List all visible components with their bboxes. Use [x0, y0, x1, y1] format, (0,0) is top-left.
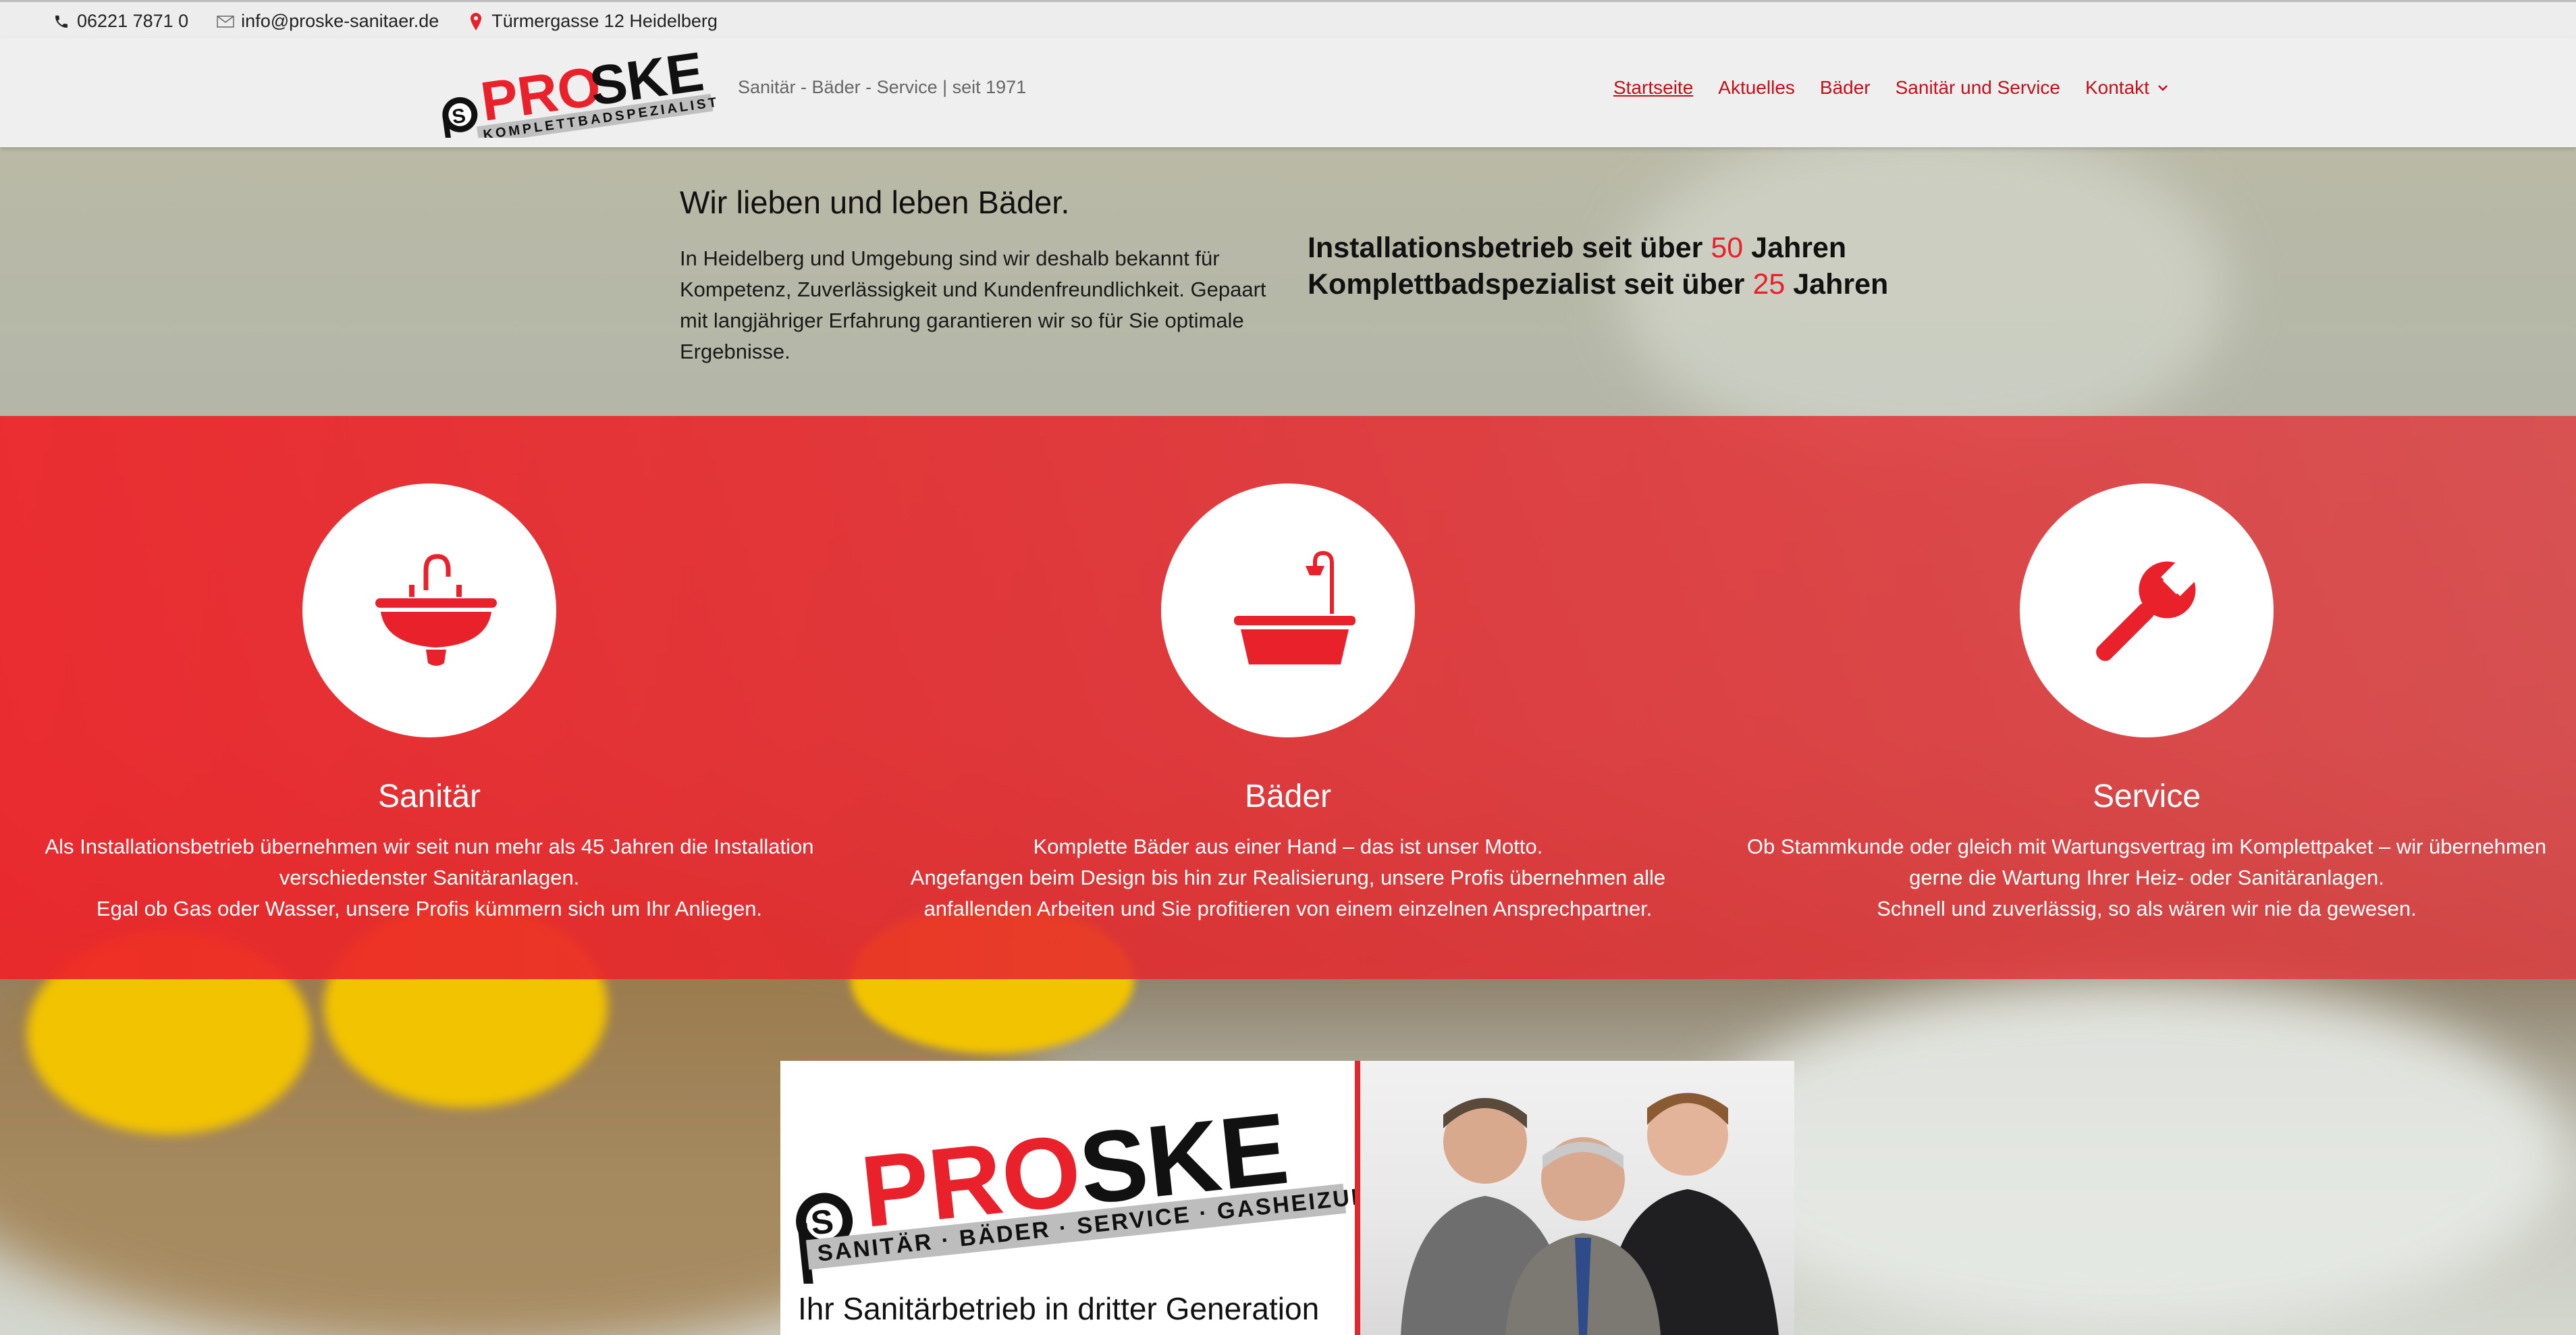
years-line-komplettbad: Komplettbadspezialist seit über 25 Jahre… [1308, 266, 1888, 303]
nav-aktuelles[interactable]: Aktuelles [1718, 77, 1795, 99]
proske-logo[interactable]: S PRO SKE KOMPLETTBADSPEZIALIST [432, 41, 720, 154]
service-icon-circle [2020, 483, 2274, 737]
pin-icon [466, 11, 486, 32]
team-photo [1360, 1061, 1794, 1335]
services-band: Sanitär Als Installationsbetrieb überneh… [0, 416, 2576, 979]
years-line-installation: Installationsbetrieb seit über 50 Jahren [1308, 230, 1888, 266]
sink-icon [375, 554, 497, 666]
service-sanitaer[interactable]: Sanitär Als Installationsbetrieb überneh… [0, 483, 859, 924]
site-header: S PRO SKE KOMPLETTBADSPEZIALIST Sanitär … [0, 38, 2576, 154]
proske-banner-logo: S PRO SKE SANITÄR · BÄDER · SERVICE · GA… [796, 1091, 1391, 1299]
years-line-text: Jahren [1785, 268, 1889, 300]
email-address: info@proske-sanitaer.de [241, 11, 439, 31]
years-number: 25 [1752, 268, 1786, 300]
service-title: Bäder [1244, 779, 1332, 814]
chevron-down-icon [2158, 85, 2168, 91]
years-line-text: Jahren [1743, 232, 1847, 264]
phone-icon [51, 11, 72, 32]
service-service[interactable]: Service Ob Stammkunde oder gleich mit Wa… [1717, 483, 2576, 924]
years-line-text: Komplettbadspezialist seit über [1308, 268, 1753, 300]
service-title: Service [2092, 779, 2201, 814]
intro-text: In Heidelberg und Umgebung sind wir desh… [680, 246, 1266, 363]
service-title: Sanitär [377, 779, 481, 814]
years-statement: Installationsbetrieb seit über 50 Jahren… [1308, 230, 1888, 303]
service-baeder[interactable]: Bäder Komplette Bäder aus einer Hand – d… [859, 483, 1717, 924]
nav-kontakt-label: Kontakt [2085, 77, 2149, 98]
street-address: Türmergasse 12 Heidelberg [491, 11, 718, 31]
service-text: Als Installationsbetrieb übernehmen wir … [45, 835, 814, 920]
phone-number: 06221 7871 0 [77, 11, 189, 31]
contact-bar: 06221 7871 0 info@proske-sanitaer.de Tür… [0, 0, 2576, 41]
banner-divider [1355, 1061, 1360, 1335]
service-icon-circle [302, 483, 556, 737]
nav-sanitaer-service[interactable]: Sanitär und Service [1896, 77, 2060, 99]
main-nav: Startseite Aktuelles Bäder Sanitär und S… [1613, 77, 2195, 99]
address-link[interactable]: Türmergasse 12 Heidelberg [466, 11, 718, 32]
nav-kontakt[interactable]: Kontakt [2085, 77, 2170, 99]
service-icon-circle [1161, 483, 1415, 737]
years-line-text: Installationsbetrieb seit über [1308, 232, 1711, 264]
email-link[interactable]: info@proske-sanitaer.de [215, 11, 439, 32]
banner-slogan: Ihr Sanitärbetrieb in dritter Generation [798, 1291, 1320, 1326]
svg-text:S: S [809, 1202, 835, 1242]
years-number: 50 [1711, 232, 1744, 264]
nav-baeder[interactable]: Bäder [1820, 77, 1871, 99]
intro-title: Wir lieben und leben Bäder. [680, 184, 1070, 220]
wrench-icon [2096, 556, 2201, 661]
company-banner: S PRO SKE SANITÄR · BÄDER · SERVICE · GA… [780, 1061, 1794, 1335]
mail-icon [215, 11, 236, 32]
bathtub-icon [1234, 550, 1356, 664]
service-text: Komplette Bäder aus einer Hand – das ist… [910, 835, 1666, 920]
service-text: Ob Stammkunde oder gleich mit Wartungsve… [1746, 835, 2547, 920]
nav-startseite[interactable]: Startseite [1613, 77, 1693, 99]
banner-logo-panel: S PRO SKE SANITÄR · BÄDER · SERVICE · GA… [780, 1061, 1391, 1335]
phone-link[interactable]: 06221 7871 0 [51, 11, 188, 32]
tagline: Sanitär - Bäder - Service | seit 1971 [738, 77, 1027, 97]
